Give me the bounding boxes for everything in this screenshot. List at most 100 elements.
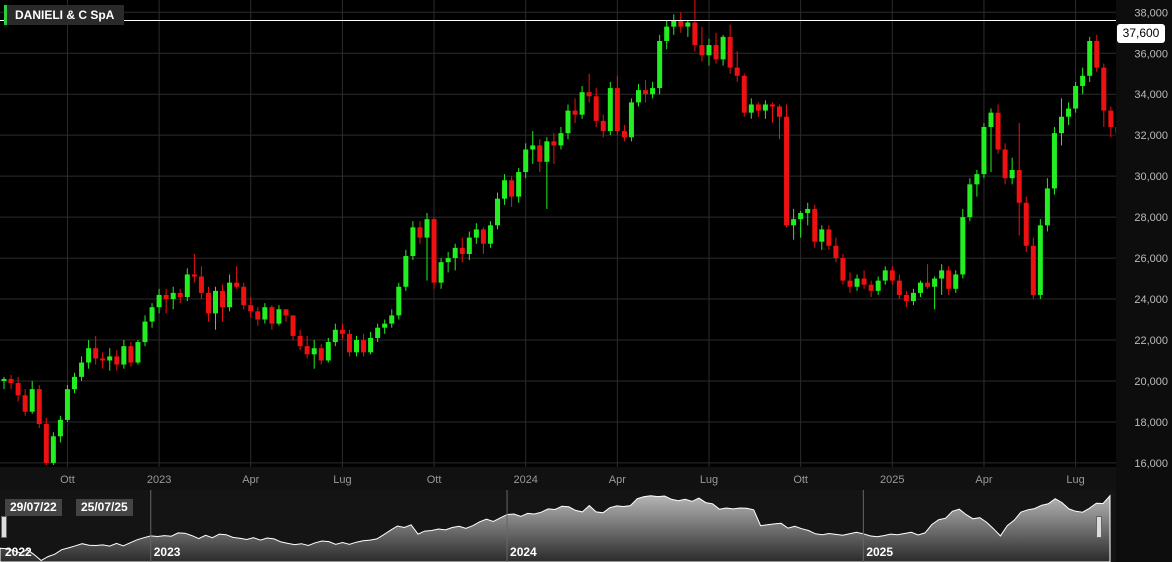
candle-body bbox=[988, 112, 994, 127]
candle-body bbox=[396, 286, 402, 316]
candle-body bbox=[170, 292, 176, 300]
candle-body bbox=[868, 284, 874, 291]
candle bbox=[784, 104, 790, 228]
candle-body bbox=[57, 419, 63, 437]
candle-body bbox=[1044, 188, 1050, 226]
candle-body bbox=[614, 88, 620, 132]
candle-body bbox=[297, 335, 303, 347]
candle-body bbox=[939, 270, 945, 279]
candle-body bbox=[805, 208, 811, 214]
candle-body bbox=[368, 337, 374, 353]
candle-body bbox=[953, 274, 959, 289]
x-tick-label: Apr bbox=[609, 474, 626, 486]
candle-body bbox=[918, 282, 923, 293]
candle-body bbox=[502, 180, 508, 199]
candle-body bbox=[198, 276, 204, 293]
y-tick-label: 38,000 bbox=[1134, 7, 1168, 19]
candle-body bbox=[269, 307, 275, 324]
candle-body bbox=[509, 180, 515, 197]
candle-body bbox=[798, 213, 804, 220]
candle-body bbox=[43, 423, 49, 463]
candle-body bbox=[163, 294, 169, 300]
candle-body bbox=[389, 315, 395, 324]
candle-body bbox=[15, 383, 21, 396]
candle-body bbox=[417, 227, 423, 238]
candle-body bbox=[1002, 149, 1008, 179]
range-start-date[interactable]: 29/07/22 bbox=[5, 499, 62, 516]
candle-body bbox=[234, 282, 240, 287]
candle bbox=[960, 208, 966, 279]
candle-body bbox=[734, 67, 740, 76]
candle-body bbox=[777, 106, 782, 117]
candle-body bbox=[466, 237, 472, 254]
candle-body bbox=[537, 145, 543, 162]
candle-body bbox=[1023, 202, 1029, 246]
candle-body bbox=[114, 356, 120, 365]
candle-body bbox=[826, 229, 832, 246]
x-tick-label: Lug bbox=[1066, 474, 1084, 486]
candle-body bbox=[121, 346, 127, 365]
candle-body bbox=[93, 348, 99, 359]
candle bbox=[840, 253, 846, 285]
candle-body bbox=[889, 270, 895, 281]
candle-body bbox=[586, 92, 592, 97]
x-tick-label: Lug bbox=[700, 474, 718, 486]
candle-body bbox=[361, 340, 367, 353]
x-tick-label: 2025 bbox=[880, 474, 904, 486]
candle-body bbox=[1, 378, 7, 381]
navigator[interactable]: 2022 2023 2024 2025 bbox=[0, 490, 1172, 562]
candle-body bbox=[636, 90, 641, 103]
candle-body bbox=[762, 104, 768, 111]
candle-body bbox=[156, 294, 162, 308]
candle-body bbox=[410, 227, 416, 257]
candle-body bbox=[29, 389, 35, 412]
candle-body bbox=[861, 278, 867, 285]
candle-body bbox=[424, 219, 430, 238]
range-end-date[interactable]: 25/07/25 bbox=[76, 499, 133, 516]
candle-body bbox=[107, 356, 113, 361]
candle-body bbox=[671, 20, 677, 27]
candle-body bbox=[8, 378, 14, 384]
candle-body bbox=[1066, 108, 1072, 117]
candle-body bbox=[354, 340, 359, 353]
candle-body bbox=[403, 256, 409, 287]
candle-body bbox=[932, 278, 938, 287]
x-tick-label: Apr bbox=[975, 474, 992, 486]
candle-body bbox=[142, 321, 148, 343]
candle-body bbox=[1016, 170, 1022, 203]
candle-body bbox=[1059, 116, 1064, 134]
navigator-year-label: 2022 bbox=[5, 545, 32, 559]
y-tick-label: 32,000 bbox=[1134, 130, 1168, 142]
candle bbox=[741, 73, 747, 117]
candle-body bbox=[882, 270, 888, 281]
candle bbox=[396, 282, 402, 320]
candle-body bbox=[220, 290, 226, 308]
y-tick-label: 36,000 bbox=[1134, 48, 1168, 60]
candle-body bbox=[1101, 67, 1107, 111]
candle-body bbox=[86, 348, 92, 363]
candle-body bbox=[50, 436, 56, 463]
navigator-right-handle[interactable] bbox=[1096, 516, 1102, 538]
navigator-left-handle[interactable] bbox=[1, 516, 7, 538]
candle-body bbox=[657, 40, 663, 89]
price-chart[interactable]: 16,000 18,000 20,000 22,000 24,000 26,000 28,0… bbox=[0, 0, 1172, 490]
candle-body bbox=[241, 286, 247, 306]
candle-body bbox=[678, 20, 684, 27]
candle-body bbox=[607, 88, 613, 132]
candle bbox=[1030, 237, 1036, 300]
x-tick-label: 2024 bbox=[513, 474, 537, 486]
candle-body bbox=[255, 311, 261, 320]
candle-body bbox=[748, 104, 754, 113]
candle-body bbox=[480, 229, 486, 244]
candle-body bbox=[1094, 40, 1100, 68]
candle-body bbox=[262, 307, 268, 320]
candle-body bbox=[593, 96, 599, 121]
candle-body bbox=[600, 120, 606, 132]
candle-body bbox=[487, 225, 493, 244]
candle-body bbox=[713, 45, 719, 60]
candle-body bbox=[706, 45, 712, 56]
candle-body bbox=[946, 270, 952, 289]
candle-body bbox=[664, 26, 670, 41]
y-tick-label: 18,000 bbox=[1134, 417, 1168, 429]
y-tick-label: 20,000 bbox=[1134, 376, 1168, 388]
